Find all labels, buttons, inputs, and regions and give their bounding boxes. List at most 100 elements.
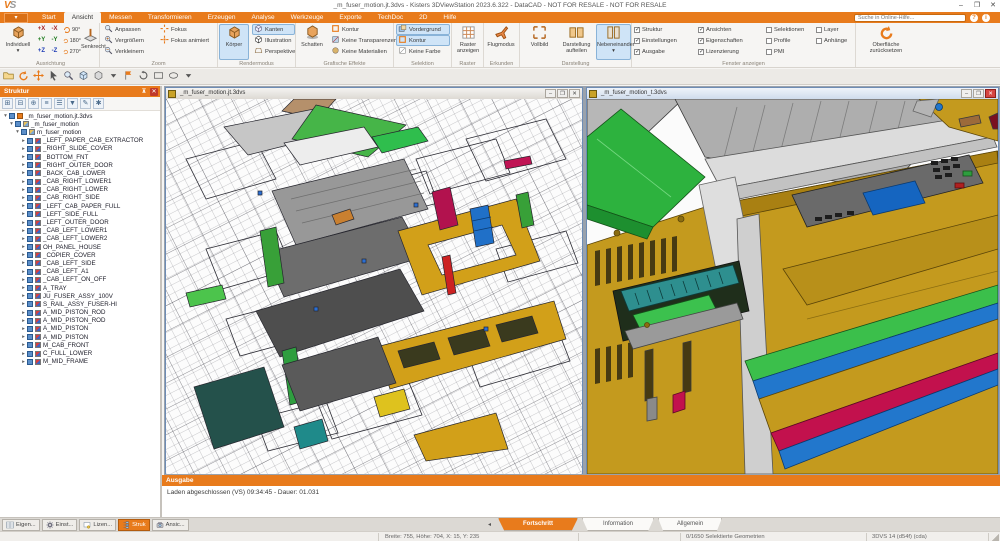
- expand-arrow-icon[interactable]: ▸: [20, 351, 27, 357]
- expand-arrow-icon[interactable]: ▸: [20, 326, 27, 332]
- tree-node[interactable]: ▸_CAB_RIGHT_SIDE: [0, 194, 160, 202]
- rendermode-illustration[interactable]: Illustration: [252, 35, 295, 46]
- flugmodus-button[interactable]: Flugmodus: [486, 24, 516, 60]
- close-button[interactable]: ✕: [986, 0, 1000, 12]
- schatten-button[interactable]: Schatten: [297, 24, 327, 60]
- expand-arrow-icon[interactable]: ▸: [20, 154, 27, 160]
- visibility-icon[interactable]: [27, 252, 33, 258]
- expand-arrow-icon[interactable]: ▸: [20, 260, 27, 266]
- expand-arrow-icon[interactable]: ▸: [20, 269, 27, 275]
- window-toggle-einstellungen[interactable]: ✓Einstellungen: [634, 35, 677, 46]
- selection-kontur[interactable]: Kontur: [396, 35, 450, 46]
- window-toggle-selektionen[interactable]: Selektionen: [766, 24, 804, 35]
- display-darstellung-aufteilen[interactable]: Darstellung aufteilen: [559, 24, 594, 60]
- visibility-icon[interactable]: [27, 326, 33, 332]
- viewport-3d-shaded-view[interactable]: [587, 99, 998, 476]
- window-toggle-eigenschaften[interactable]: ✓Eigenschaften: [698, 35, 743, 46]
- zoom-out-button[interactable]: Verkleinern: [102, 46, 146, 57]
- refresh-icon[interactable]: [17, 70, 30, 83]
- visibility-icon[interactable]: [27, 154, 33, 160]
- visibility-icon[interactable]: [27, 228, 33, 234]
- tree-node[interactable]: ▸C_FULL_LOWER: [0, 349, 160, 357]
- tree-node[interactable]: ▸_RIGHT_OUTER_DOOR: [0, 161, 160, 169]
- search-input[interactable]: [854, 14, 966, 22]
- expand-arrow-icon[interactable]: ▸: [20, 342, 27, 348]
- window-toggle-struktur[interactable]: ✓Struktur: [634, 24, 677, 35]
- transform-move-icon[interactable]: [32, 70, 45, 83]
- tree-node[interactable]: ▸_BOTTOM_FNT: [0, 153, 160, 161]
- expand-arrow-icon[interactable]: ▾: [2, 113, 9, 119]
- display-nebeneinander[interactable]: Nebeneinander ▾: [596, 24, 631, 60]
- visibility-icon[interactable]: [27, 293, 33, 299]
- tree-node[interactable]: ▸_RIGHT_SLIDE_COVER: [0, 145, 160, 153]
- select-cursor-icon[interactable]: [47, 70, 60, 83]
- expand-arrow-icon[interactable]: ▸: [20, 162, 27, 168]
- visibility-icon[interactable]: [21, 129, 27, 135]
- visibility-icon[interactable]: [27, 260, 33, 266]
- window-toggle-lizenzierung[interactable]: ✓Lizenzierung: [698, 46, 743, 57]
- zoom-fit-button[interactable]: Anpassen: [102, 24, 146, 35]
- axis-button-plusX[interactable]: +X: [35, 24, 48, 35]
- visibility-icon[interactable]: [27, 277, 33, 283]
- panel-tab-ansic[interactable]: Ansic...: [152, 519, 189, 531]
- senkrecht-button[interactable]: Senkrecht: [80, 26, 100, 62]
- tree-node[interactable]: ▸OH_PANEL_HOUSE: [0, 243, 160, 251]
- selection-keine-farbe[interactable]: Keine Farbe: [396, 46, 450, 57]
- expand-arrow-icon[interactable]: ▸: [20, 301, 27, 307]
- tree-node[interactable]: ▸M_CAB_FRONT: [0, 341, 160, 349]
- tree-node[interactable]: ▸_BACK_CAB_LOWER: [0, 169, 160, 177]
- expand-arrow-icon[interactable]: ▸: [20, 293, 27, 299]
- window-toggle-pmi[interactable]: PMI: [766, 46, 804, 57]
- visibility-icon[interactable]: [27, 351, 33, 357]
- viewport-restore-button[interactable]: ❐: [973, 89, 984, 98]
- link-icon[interactable]: ✎: [80, 98, 91, 109]
- visibility-icon[interactable]: [27, 162, 33, 168]
- rotate-180deg-button[interactable]: 180°: [63, 35, 81, 46]
- tab-scroll-left-icon[interactable]: ◂: [488, 521, 491, 528]
- ribbon-tab-2d[interactable]: 2D: [411, 12, 435, 23]
- window-toggle-anhänge[interactable]: Anhänge: [816, 35, 847, 46]
- expand-arrow-icon[interactable]: ▸: [20, 310, 27, 316]
- window-toggle-ansichten[interactable]: ✓Ansichten: [698, 24, 743, 35]
- viewport-minimize-button[interactable]: –: [961, 89, 972, 98]
- panel-tab-lizen[interactable]: Lizen...: [79, 519, 116, 531]
- effect-keine-materialien[interactable]: Keine Materialien: [329, 46, 393, 57]
- axis-button-minusZ[interactable]: -Z: [48, 46, 61, 57]
- tree-node[interactable]: ▸_CAB_RIGHT_LOWER: [0, 186, 160, 194]
- viewport-restore-button[interactable]: ❐: [557, 89, 568, 98]
- open-file-icon[interactable]: [2, 70, 15, 83]
- visibility-icon[interactable]: [15, 121, 21, 127]
- visibility-icon[interactable]: [27, 146, 33, 152]
- isolate-icon[interactable]: [77, 70, 90, 83]
- expand-arrow-icon[interactable]: ▸: [20, 228, 27, 234]
- expand-arrow-icon[interactable]: ▸: [20, 236, 27, 242]
- tree-node[interactable]: ▸_LEFT_CAB_PAPER_FULL: [0, 202, 160, 210]
- focus-animated-button[interactable]: Fokus animiert: [158, 35, 211, 46]
- tree-node[interactable]: ▸_CAB_RIGHT_LOWER1: [0, 178, 160, 186]
- settings-icon[interactable]: ✱: [93, 98, 104, 109]
- info-icon[interactable]: i: [982, 14, 990, 22]
- viewport-3d-exploded-view[interactable]: [166, 99, 582, 476]
- axis-button-minusX[interactable]: -X: [48, 24, 61, 35]
- ribbon-tab-hilfe[interactable]: Hilfe: [435, 12, 464, 23]
- visibility-icon[interactable]: [27, 211, 33, 217]
- viewport-close-button[interactable]: ✕: [985, 89, 996, 98]
- dropdown-icon[interactable]: [182, 70, 195, 83]
- tree-node[interactable]: ▸A_MID_PISTON_ROD: [0, 309, 160, 317]
- markup-flag-icon[interactable]: [122, 70, 135, 83]
- visibility-icon[interactable]: [27, 138, 33, 144]
- panel-tab-einst[interactable]: Einst...: [42, 519, 78, 531]
- expand-arrow-icon[interactable]: ▸: [20, 252, 27, 258]
- visibility-icon[interactable]: [27, 170, 33, 176]
- expand-arrow-icon[interactable]: ▸: [20, 170, 27, 176]
- ribbon-tab-techdoc[interactable]: TechDoc: [370, 12, 411, 23]
- window-toggle-layer[interactable]: Layer: [816, 24, 847, 35]
- visibility-icon[interactable]: [27, 342, 33, 348]
- panel-tab-struk[interactable]: Struk: [118, 519, 150, 531]
- tree-node[interactable]: ▾_m_fuser_motion.jt.3dvs: [0, 112, 160, 120]
- output-panel-header[interactable]: Ausgabe: [162, 475, 1000, 486]
- expand-selected-icon[interactable]: ⊕: [28, 98, 39, 109]
- list-view-icon[interactable]: ≡: [41, 98, 52, 109]
- rotate-270deg-button[interactable]: 270°: [63, 46, 81, 57]
- visibility-icon[interactable]: [27, 244, 33, 250]
